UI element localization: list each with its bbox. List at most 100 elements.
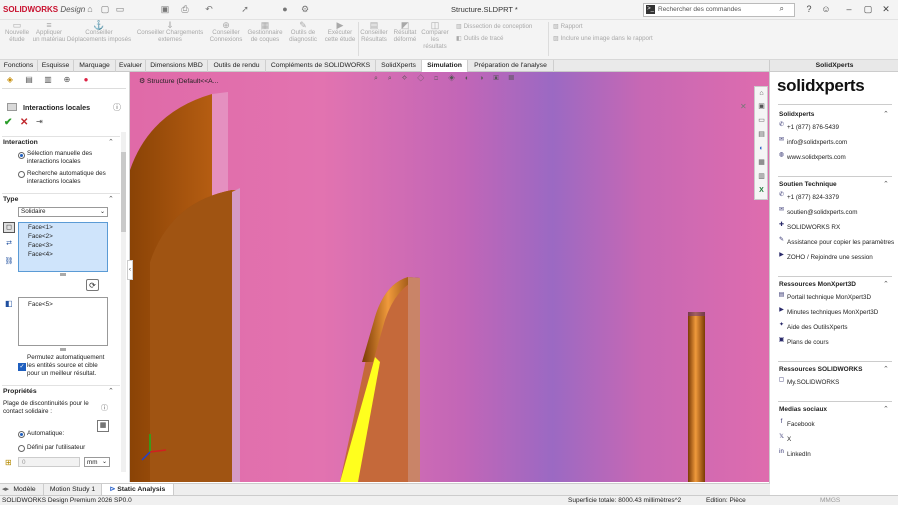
link-copy-settings[interactable]: Assistance pour copier les paramètres <box>787 239 894 246</box>
graphics-viewport[interactable] <box>130 72 770 482</box>
options-icon[interactable]: ⚙ <box>300 4 310 15</box>
link-mysolidworks[interactable]: My.SOLIDWORKS <box>787 379 839 386</box>
tab-outils-de-rendu[interactable]: Outils de rendu <box>208 60 266 72</box>
plate-4[interactable] <box>688 312 705 482</box>
link-support-email[interactable]: soutien@solidxperts.com <box>787 209 857 216</box>
link-outilsxperts[interactable]: Aide des OutilsXperts <box>787 324 848 331</box>
rebuild-icon[interactable]: ● <box>280 4 290 15</box>
collapse-icon[interactable]: ⌃ <box>108 195 114 203</box>
link-courses[interactable]: Plans de cours <box>787 339 829 346</box>
bonded-icon[interactable]: ⛓ <box>3 257 15 268</box>
dimxpert-tab-icon[interactable]: ⊕ <box>60 74 74 86</box>
resize-handle[interactable] <box>60 348 66 351</box>
search-icon[interactable]: ⌕ <box>780 4 784 14</box>
unit-dropdown[interactable]: mm ⌄ <box>84 457 110 467</box>
pin-icon[interactable]: ⇥ <box>36 117 43 126</box>
radio-auto[interactable] <box>18 171 25 178</box>
print-icon[interactable]: ⎙ <box>180 4 190 15</box>
new-icon[interactable]: ▢ <box>100 4 110 15</box>
report-button[interactable]: ▧ Rapport <box>553 23 583 30</box>
custom-properties-tab-icon[interactable]: ▥ <box>757 172 766 182</box>
section-sw-resources[interactable]: Ressources SOLIDWORKS <box>779 366 862 373</box>
resources-tab-icon[interactable]: ▣ <box>757 102 766 112</box>
link-website[interactable]: www.solidxperts.com <box>787 154 846 161</box>
configuration-manager-tab-icon[interactable]: ▥ <box>41 74 55 86</box>
radio-manual[interactable] <box>18 152 25 159</box>
collapse-icon[interactable]: ⌃ <box>883 280 889 288</box>
scrollbar[interactable] <box>121 132 126 472</box>
help-icon[interactable]: ⓘ <box>113 102 121 113</box>
new-study-button[interactable]: ▭ Nouvelle étude <box>2 21 32 44</box>
tab-fonctions[interactable]: Fonctions <box>0 60 38 72</box>
link-facebook[interactable]: Facebook <box>787 421 815 428</box>
list-item[interactable]: Face<1> <box>19 223 107 232</box>
list-item[interactable]: Face<2> <box>19 232 107 241</box>
file-explorer-tab-icon[interactable]: ▤ <box>757 130 766 140</box>
appearances-tab-icon[interactable]: ▦ <box>757 158 766 168</box>
link-zoho[interactable]: ZOHO / Rejoindre une session <box>787 254 873 261</box>
collapse-icon[interactable]: ⌃ <box>108 387 114 395</box>
gap-input[interactable]: 0 <box>18 457 80 467</box>
open-icon[interactable]: ▭ <box>115 4 125 15</box>
view-palette-tab-icon[interactable]: ◐ <box>757 144 766 154</box>
include-image-button[interactable]: ▨ Inclure une image dans le rapport <box>553 35 653 42</box>
collapse-icon[interactable]: ⌃ <box>883 405 889 413</box>
connections-advisor-button[interactable]: ⊕ Conseiller Connexions <box>206 21 246 44</box>
close-pane-icon[interactable]: ✕ <box>740 102 747 111</box>
tab-model[interactable]: Modèle <box>6 484 44 495</box>
diagnostic-tools-button[interactable]: ✎ Outils de diagnostic <box>284 21 322 44</box>
tab-preparation-analyse[interactable]: Préparation de l'analyse <box>468 60 554 72</box>
section-interaction[interactable]: Interaction <box>3 139 38 146</box>
feature-manager-tab-icon[interactable]: ◈ <box>3 74 17 86</box>
link-email[interactable]: info@solidxperts.com <box>787 139 847 146</box>
collapse-icon[interactable]: ⌃ <box>108 138 114 146</box>
refresh-icon[interactable]: ⟳ <box>86 279 99 291</box>
design-dissection-button[interactable]: ▥ Dissection de conception <box>456 23 532 30</box>
compare-results-button[interactable]: ◫ Comparer les résultats <box>420 21 450 51</box>
section-social[interactable]: Medias sociaux <box>779 406 827 413</box>
run-study-button[interactable]: ▶ Exécuter cette étude <box>322 21 358 44</box>
tab-dimensions-mbd[interactable]: Dimensions MBD <box>146 60 208 72</box>
swap-icon[interactable]: ⇄ <box>3 239 15 250</box>
section-support[interactable]: Soutien Technique <box>779 181 837 188</box>
list-item[interactable]: Face<4> <box>19 250 107 259</box>
collapse-icon[interactable]: ⌃ <box>883 180 889 188</box>
close-icon[interactable]: ✕ <box>880 3 892 16</box>
tab-solidxperts[interactable]: SolidXperts <box>376 60 422 72</box>
gap-tool-icon[interactable]: ▦ <box>97 420 109 432</box>
type-dropdown[interactable]: Solidaire ⌄ <box>18 207 108 217</box>
home-tab-icon[interactable]: ⌂ <box>757 89 766 99</box>
link-rx[interactable]: SOLIDWORKS RX <box>787 224 840 231</box>
solidxperts-tab-icon[interactable]: X <box>757 186 766 196</box>
heads-up-toolbar[interactable]: ⌕ ⌕ ✧ ◇ ◻ ◈ ◐ ◑ ▣ ▤ <box>374 75 589 85</box>
section-type[interactable]: Type <box>3 196 18 203</box>
list-item[interactable]: Face<5> <box>19 300 107 309</box>
restore-icon[interactable]: ▢ <box>862 3 874 16</box>
deformed-result-button[interactable]: ◩ Résultat déformé <box>390 21 420 44</box>
save-icon[interactable]: ▣ <box>160 4 170 15</box>
fixtures-advisor-button[interactable]: ⚓ Conseiller Déplacements imposés <box>66 21 132 44</box>
section-solidxperts[interactable]: Solidxperts <box>779 111 814 118</box>
link-phone[interactable]: +1 (877) 876-5439 <box>787 124 839 131</box>
radio-user-defined[interactable] <box>18 445 25 452</box>
link-portal[interactable]: Portail technique MonXpert3D <box>787 294 871 301</box>
external-loads-button[interactable]: ⇓ Conseiller Chargements externes <box>134 21 206 44</box>
plot-tools-button[interactable]: ◧ Outils de tracé <box>456 35 503 42</box>
tab-motion-study[interactable]: Motion Study 1 <box>44 484 102 495</box>
help-icon[interactable]: ? <box>803 3 815 16</box>
command-search[interactable]: >_ Rechercher des commandes ⌕ <box>643 3 795 17</box>
collapse-icon[interactable]: ⌃ <box>883 365 889 373</box>
tab-evaluer[interactable]: Evaluer <box>116 60 146 72</box>
user-icon[interactable]: ☺ <box>820 3 832 16</box>
display-manager-tab-icon[interactable]: ● <box>79 74 93 86</box>
list-item[interactable]: Face<3> <box>19 241 107 250</box>
link-support-phone[interactable]: +1 (877) 824-3379 <box>787 194 839 201</box>
minimize-icon[interactable]: – <box>843 3 855 16</box>
section-properties[interactable]: Propriétés <box>3 388 37 395</box>
results-advisor-button[interactable]: ▤ Conseiller Résultats <box>358 21 390 44</box>
design-library-tab-icon[interactable]: ▭ <box>757 116 766 126</box>
tab-static-analysis[interactable]: ⊳ Static Analysis <box>102 484 174 495</box>
tab-marquage[interactable]: Marquage <box>74 60 116 72</box>
cancel-button[interactable]: ✕ <box>20 117 28 128</box>
home-icon[interactable]: ⌂ <box>85 4 95 15</box>
